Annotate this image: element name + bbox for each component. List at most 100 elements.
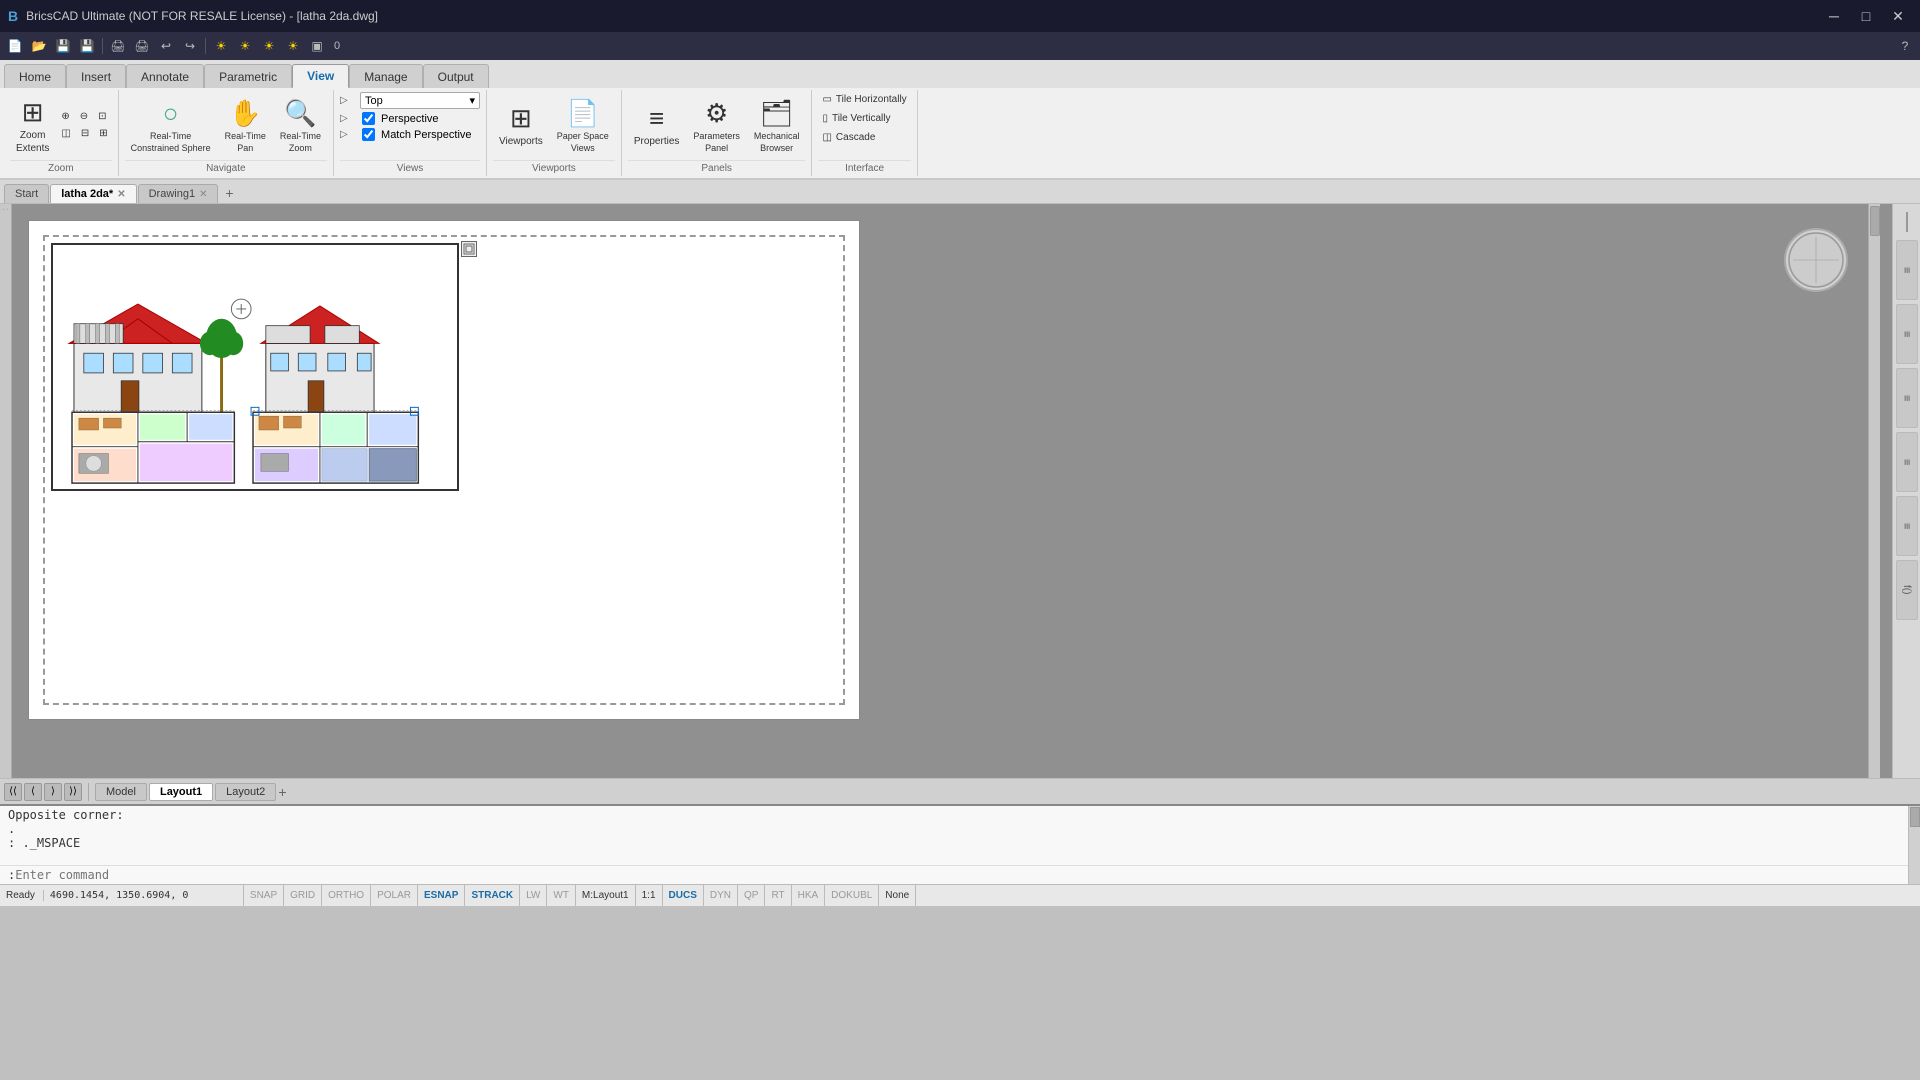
qa-print2[interactable]: 🖨 — [131, 35, 153, 57]
canvas-area[interactable] — [12, 204, 1892, 778]
layout-tab-layout1[interactable]: Layout1 — [149, 783, 213, 801]
ribbon-tabs: Home Insert Annotate Parametric View Man… — [0, 60, 1920, 88]
parameters-panel-button[interactable]: ⚙ Parameters Panel — [687, 95, 746, 156]
perspective-checkbox[interactable] — [362, 112, 375, 125]
zoom-btn-4[interactable]: ◫ — [57, 126, 74, 141]
qa-new[interactable]: 📄 — [4, 35, 26, 57]
tile-horiz-icon: ▭ — [822, 94, 831, 105]
right-panel-btn-5[interactable]: ≡ — [1896, 496, 1918, 556]
tab-annotate[interactable]: Annotate — [126, 64, 204, 88]
layout-tab-add[interactable]: + — [278, 784, 286, 800]
tab-output[interactable]: Output — [423, 64, 489, 88]
layout-nav-last[interactable]: ⟩⟩ — [64, 783, 82, 801]
qa-print[interactable]: 🖨 — [107, 35, 129, 57]
match-perspective-checkbox[interactable] — [362, 128, 375, 141]
scrollbar-thumb-v[interactable] — [1870, 206, 1880, 236]
status-polar[interactable]: POLAR — [371, 885, 418, 906]
status-lw[interactable]: LW — [520, 885, 547, 906]
drawing1-tab-close[interactable]: ✕ — [199, 189, 207, 200]
qa-light3[interactable]: ☀ — [258, 35, 280, 57]
status-ducs[interactable]: DUCS — [663, 885, 704, 906]
latha-tab-close[interactable]: ✕ — [117, 189, 125, 200]
viewport-handle[interactable] — [461, 241, 477, 257]
right-panel-btn-2[interactable]: ≡ — [1896, 304, 1918, 364]
layout-tab-layout2[interactable]: Layout2 — [215, 783, 276, 801]
qa-redo[interactable]: ↪ — [179, 35, 201, 57]
zoom-btn-6[interactable]: ⊞ — [95, 126, 111, 141]
realtime-zoom-button[interactable]: 🔍 Real-Time Zoom — [274, 95, 327, 156]
properties-button[interactable]: ≡ Properties — [628, 100, 686, 150]
qa-fill[interactable]: ▣ — [306, 35, 328, 57]
document-tabs: Start latha 2da* ✕ Drawing1 ✕ + — [0, 180, 1920, 204]
layout-tab-model[interactable]: Model — [95, 783, 147, 801]
doc-tab-drawing1[interactable]: Drawing1 ✕ — [138, 184, 219, 203]
qa-undo[interactable]: ↩ — [155, 35, 177, 57]
house-drawing-svg — [53, 245, 457, 489]
command-scrollbar[interactable] — [1908, 806, 1920, 884]
status-esnap[interactable]: ESNAP — [418, 885, 465, 906]
tile-vertically-button[interactable]: ▯ Tile Vertically — [818, 111, 894, 126]
tab-insert[interactable]: Insert — [66, 64, 126, 88]
qa-sep2 — [205, 38, 206, 54]
zoom-btn-3[interactable]: ⊡ — [94, 109, 110, 124]
status-grid[interactable]: GRID — [284, 885, 322, 906]
zoom-btn-1[interactable]: ⊕ — [57, 109, 73, 124]
tab-manage[interactable]: Manage — [349, 64, 422, 88]
status-dyn[interactable]: DYN — [704, 885, 738, 906]
doc-tab-latha[interactable]: latha 2da* ✕ — [50, 184, 136, 203]
qa-light2[interactable]: ☀ — [234, 35, 256, 57]
qa-light[interactable]: ☀ — [210, 35, 232, 57]
mechanical-browser-button[interactable]: 🗂 Mechanical Browser — [748, 95, 806, 156]
status-mlayout[interactable]: M:Layout1 — [576, 885, 636, 906]
view-dropdown[interactable]: Top ▾ — [360, 92, 480, 109]
command-line-3: : ._MSPACE — [8, 836, 1912, 850]
layout-nav-first[interactable]: ⟨⟨ — [4, 783, 22, 801]
right-panel-btn-4[interactable]: ≡ — [1896, 432, 1918, 492]
new-tab-button[interactable]: + — [219, 183, 239, 203]
tab-view[interactable]: View — [292, 64, 349, 88]
zoom-btn-5[interactable]: ⊟ — [77, 126, 93, 141]
status-dokubl[interactable]: DOKUBL — [825, 885, 879, 906]
status-strack[interactable]: STRACK — [465, 885, 520, 906]
status-snap[interactable]: SNAP — [244, 885, 284, 906]
sphere-icon: ○ — [163, 98, 179, 129]
qa-saveas[interactable]: 💾 — [76, 35, 98, 57]
cascade-button[interactable]: ◫ Cascade — [818, 130, 879, 145]
viewcube[interactable] — [1784, 228, 1848, 292]
qa-open[interactable]: 📂 — [28, 35, 50, 57]
tile-horizontally-button[interactable]: ▭ Tile Horizontally — [818, 92, 910, 107]
maximize-button[interactable]: □ — [1852, 5, 1880, 27]
layout-nav-prev[interactable]: ⟨ — [24, 783, 42, 801]
status-scale[interactable]: 1:1 — [636, 885, 663, 906]
zoom-extents-button[interactable]: ⊞ Zoom Extents — [10, 94, 55, 157]
status-none[interactable]: None — [879, 885, 916, 906]
zoom-btn-2[interactable]: ⊖ — [76, 109, 92, 124]
status-hka[interactable]: HKA — [792, 885, 826, 906]
status-ortho[interactable]: ORTHO — [322, 885, 371, 906]
vertical-scrollbar[interactable] — [1868, 204, 1880, 778]
status-coords[interactable]: 4690.1454, 1350.6904, 0 — [44, 885, 244, 906]
layout-nav-next[interactable]: ⟩ — [44, 783, 62, 801]
right-panel-btn-3[interactable]: ≡ — [1896, 368, 1918, 428]
qa-help[interactable]: ? — [1894, 35, 1916, 57]
right-panel-btn-fx[interactable]: f() — [1896, 560, 1918, 620]
close-button[interactable]: ✕ — [1884, 5, 1912, 27]
viewports-button[interactable]: ⊞ Viewports — [493, 100, 549, 150]
doc-tab-start[interactable]: Start — [4, 184, 49, 203]
status-wt[interactable]: WT — [547, 885, 576, 906]
minimize-button[interactable]: ─ — [1820, 5, 1848, 27]
command-scroll-thumb[interactable] — [1910, 807, 1920, 827]
qa-light4[interactable]: ☀ — [282, 35, 304, 57]
constrained-sphere-button[interactable]: ○ Real-Time Constrained Sphere — [125, 95, 217, 156]
tab-home[interactable]: Home — [4, 64, 66, 88]
command-input[interactable] — [15, 868, 1912, 882]
status-qp[interactable]: QP — [738, 885, 765, 906]
status-rt[interactable]: RT — [765, 885, 791, 906]
right-panel-btn-1[interactable]: ≡ — [1896, 240, 1918, 300]
layout-tabs: ⟨⟨ ⟨ ⟩ ⟩⟩ Model Layout1 Layout2 + — [0, 778, 1920, 804]
ribbon-group-zoom: ⊞ Zoom Extents ⊕ ⊖ ⊡ ◫ ⊟ ⊞ — [4, 90, 119, 176]
tab-parametric[interactable]: Parametric — [204, 64, 292, 88]
qa-save[interactable]: 💾 — [52, 35, 74, 57]
realtime-pan-button[interactable]: ✋ Real-Time Pan — [219, 95, 272, 156]
paper-space-button[interactable]: 📄 Paper Space Views — [551, 95, 615, 156]
